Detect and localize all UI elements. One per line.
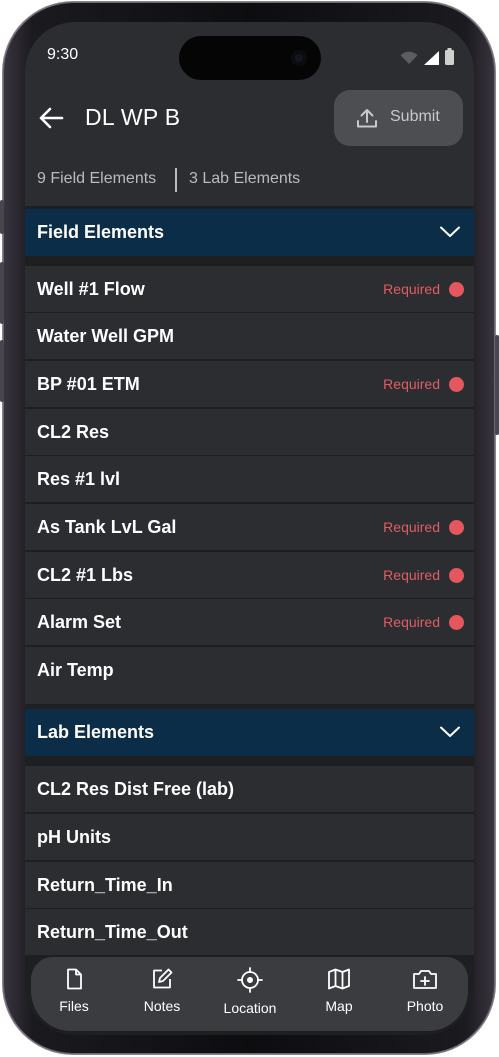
location-target-icon bbox=[237, 967, 263, 993]
field-element-row[interactable]: Alarm Set Required bbox=[25, 599, 474, 646]
required-label: Required bbox=[383, 376, 440, 392]
cellular-signal-icon bbox=[424, 51, 439, 65]
lab-element-label: CL2 Res Dist Free (lab) bbox=[37, 779, 235, 799]
nav-files-button[interactable]: Files bbox=[34, 967, 114, 1014]
lab-element-row[interactable]: Return_Time_In bbox=[25, 862, 474, 909]
back-arrow-icon[interactable] bbox=[37, 106, 65, 130]
lab-elements-count: 3 Lab Elements bbox=[189, 170, 301, 187]
nav-map-label: Map bbox=[325, 998, 353, 1014]
field-element-row[interactable]: Water Well GPM bbox=[25, 313, 474, 360]
file-icon bbox=[67, 968, 82, 990]
field-element-row[interactable]: Res #1 lvl bbox=[25, 456, 474, 503]
submit-button[interactable]: Submit bbox=[334, 90, 463, 146]
bottom-navigation: Files Notes Location Map Photo bbox=[31, 957, 468, 1031]
dynamic-island bbox=[179, 36, 321, 80]
required-dot-icon bbox=[449, 568, 464, 583]
chevron-down-icon[interactable] bbox=[440, 226, 460, 238]
field-elements-title: Field Elements bbox=[37, 222, 165, 242]
field-element-label: Res #1 lvl bbox=[37, 469, 121, 489]
lab-element-row[interactable]: Return_Time_Out bbox=[25, 909, 474, 956]
field-element-label: As Tank LvL Gal bbox=[37, 517, 177, 537]
edit-note-icon bbox=[153, 968, 173, 989]
field-element-label: CL2 Res bbox=[37, 422, 110, 442]
lab-element-label: Return_Time_In bbox=[37, 875, 173, 895]
status-icons bbox=[400, 48, 454, 65]
nav-photo-label: Photo bbox=[406, 998, 444, 1014]
nav-notes-label: Notes bbox=[143, 998, 181, 1014]
field-element-row[interactable]: Well #1 Flow Required bbox=[25, 266, 474, 313]
map-icon bbox=[328, 968, 350, 990]
power-button bbox=[495, 335, 499, 435]
required-label: Required bbox=[383, 567, 440, 583]
required-dot-icon bbox=[449, 520, 464, 535]
required-dot-icon bbox=[449, 282, 464, 297]
required-label: Required bbox=[383, 614, 440, 630]
required-label: Required bbox=[383, 519, 440, 535]
page-title: DL WP B bbox=[85, 104, 181, 130]
add-photo-icon bbox=[413, 970, 437, 989]
lab-elements-section-header[interactable]: Lab Elements bbox=[25, 709, 474, 756]
status-time: 9:30 bbox=[47, 46, 79, 63]
lab-element-row[interactable]: CL2 Res Dist Free (lab) bbox=[25, 766, 474, 813]
element-counts-bar: 9 Field Elements 3 Lab Elements bbox=[25, 156, 474, 206]
volume-up-button bbox=[0, 262, 4, 324]
wifi-icon bbox=[400, 51, 418, 64]
lab-element-row[interactable]: pH Units bbox=[25, 814, 474, 861]
counts-divider bbox=[175, 168, 177, 192]
lab-element-label: pH Units bbox=[37, 827, 111, 847]
field-element-row[interactable]: BP #01 ETM Required bbox=[25, 361, 474, 408]
required-label: Required bbox=[383, 281, 440, 297]
field-element-label: BP #01 ETM bbox=[37, 374, 140, 394]
nav-location-button[interactable]: Location bbox=[210, 967, 290, 1016]
chevron-down-icon[interactable] bbox=[440, 726, 460, 738]
lab-element-label: Return_Time_Out bbox=[37, 922, 188, 942]
nav-files-label: Files bbox=[59, 998, 89, 1014]
lab-elements-title: Lab Elements bbox=[37, 722, 155, 742]
field-element-label: Air Temp bbox=[37, 660, 114, 680]
field-elements-count: 9 Field Elements bbox=[37, 170, 157, 187]
required-dot-icon bbox=[449, 377, 464, 392]
required-dot-icon bbox=[449, 615, 464, 630]
field-element-row[interactable]: Air Temp bbox=[25, 647, 474, 704]
upload-icon bbox=[357, 109, 377, 128]
nav-photo-button[interactable]: Photo bbox=[385, 967, 465, 1014]
submit-label: Submit bbox=[390, 108, 440, 125]
field-elements-section-header[interactable]: Field Elements bbox=[25, 209, 474, 256]
silent-switch bbox=[0, 200, 4, 234]
field-element-label: Well #1 Flow bbox=[37, 279, 145, 299]
app-bar: DL WP B Submit bbox=[25, 80, 474, 156]
nav-notes-button[interactable]: Notes bbox=[122, 967, 202, 1014]
field-element-row[interactable]: CL2 Res bbox=[25, 409, 474, 456]
camera-icon bbox=[291, 50, 307, 66]
status-bar: 9:30 bbox=[25, 22, 474, 80]
nav-map-button[interactable]: Map bbox=[299, 967, 379, 1014]
battery-icon bbox=[445, 48, 454, 65]
volume-down-button bbox=[0, 340, 4, 402]
field-element-label: Water Well GPM bbox=[37, 326, 175, 346]
field-element-row[interactable]: CL2 #1 Lbs Required bbox=[25, 552, 474, 599]
app-screen: 9:30 DL WP B Submit 9 Field Elements 3 L… bbox=[25, 22, 474, 1035]
field-element-label: CL2 #1 Lbs bbox=[37, 565, 134, 585]
field-element-label: Alarm Set bbox=[37, 612, 122, 632]
nav-location-label: Location bbox=[223, 1000, 277, 1016]
field-element-row[interactable]: As Tank LvL Gal Required bbox=[25, 504, 474, 551]
